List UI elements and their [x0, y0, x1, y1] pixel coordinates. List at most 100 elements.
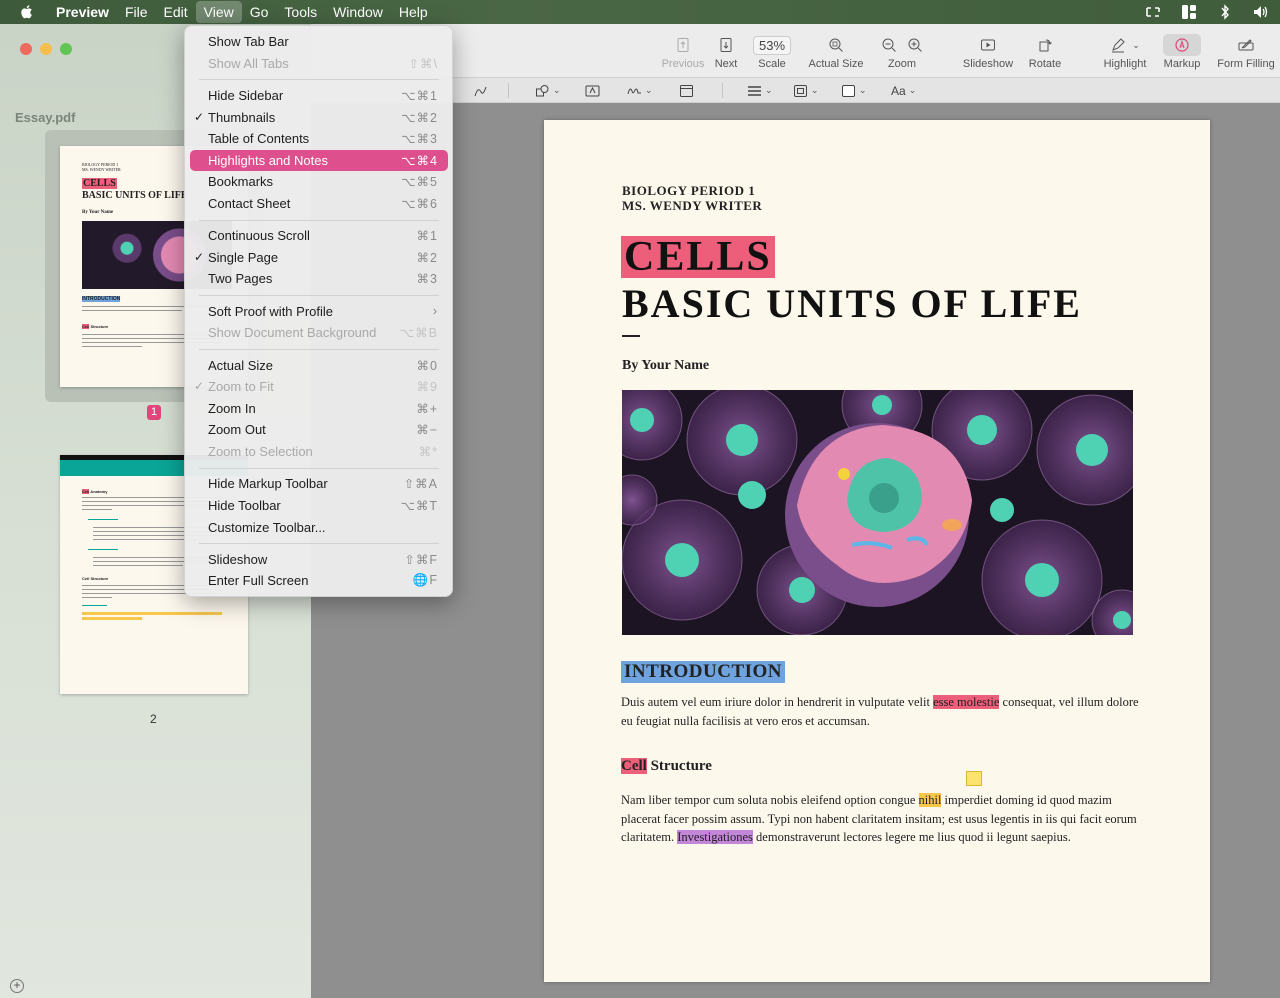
zoom-window-button[interactable]	[60, 43, 72, 55]
rotate-button[interactable]: Rotate	[1025, 36, 1065, 70]
form-filling-button[interactable]: Form Filling	[1214, 36, 1278, 70]
status-area	[1144, 0, 1270, 24]
menu-item-label: Thumbnails	[208, 109, 276, 125]
menu-view[interactable]: View	[195, 1, 242, 23]
section-heading-rest: Structure	[646, 758, 712, 774]
note-tool[interactable]	[679, 82, 694, 99]
actual-size-icon	[829, 38, 843, 52]
menu-item-hide-markup-toolbar[interactable]: Hide Markup Toolbar ⇧⌘A	[190, 473, 448, 494]
scale-control[interactable]: 53% Scale	[747, 35, 797, 70]
menu-item-shortcut: ⌥⌘B	[399, 326, 438, 341]
body-text-1: Nam liber tempor cum soluta nobis eleife…	[621, 793, 919, 807]
slideshow-button[interactable]: Slideshow	[959, 36, 1017, 70]
menu-item-label: Zoom to Fit	[208, 379, 274, 395]
menu-item-single-page[interactable]: ✓ Single Page ⌘2	[190, 247, 448, 268]
sign-tool[interactable]: ⌄	[627, 82, 653, 99]
shapes-tool[interactable]: ⌄	[535, 82, 561, 99]
menu-item-label: Continuous Scroll	[208, 228, 310, 244]
body-highlight-purple[interactable]: Investigationes	[677, 830, 753, 844]
menu-item-continuous-scroll[interactable]: Continuous Scroll ⌘1	[190, 225, 448, 246]
menu-window[interactable]: Window	[325, 1, 391, 23]
zoom-control[interactable]: Zoom	[876, 36, 928, 70]
bluetooth-icon[interactable]	[1216, 4, 1234, 20]
menu-item-shortcut: ⌘2	[416, 250, 438, 265]
previous-button[interactable]: Previous	[661, 36, 705, 70]
close-window-button[interactable]	[20, 43, 32, 55]
menu-help[interactable]: Help	[391, 1, 436, 23]
menu-item-zoom-out[interactable]: Zoom Out ⌘−	[190, 419, 448, 440]
menu-item-hide-toolbar[interactable]: Hide Toolbar ⌥⌘T	[190, 495, 448, 516]
menu-item-shortcut: ⌘−	[416, 423, 438, 438]
intro-highlight[interactable]: esse molestie	[933, 695, 1000, 709]
next-label: Next	[714, 58, 738, 70]
scale-value[interactable]: 53%	[752, 35, 792, 55]
text-tool[interactable]	[585, 82, 600, 99]
line-style-tool[interactable]: ⌄	[747, 82, 773, 99]
menu-item-label: Two Pages	[208, 271, 273, 287]
menu-item-zoom-in[interactable]: Zoom In ⌘+	[190, 398, 448, 419]
previous-page-icon	[677, 38, 689, 52]
sketch-tool[interactable]	[473, 82, 488, 99]
highlight-pen-icon	[1112, 38, 1125, 53]
menu-item-thumbnails[interactable]: ✓ Thumbnails ⌥⌘2	[190, 107, 448, 128]
menu-item-shortcut: 🌐F	[412, 573, 438, 588]
thumb-title-highlight: CELLS	[82, 178, 117, 189]
thumb-intro: INTRODUCTION	[82, 296, 121, 302]
volume-icon[interactable]	[1252, 4, 1270, 20]
next-page-icon	[720, 38, 732, 52]
sticky-note-icon[interactable]	[966, 771, 982, 786]
menu-item-slideshow[interactable]: Slideshow ⇧⌘F	[190, 549, 448, 570]
menu-item-hide-sidebar[interactable]: Hide Sidebar ⌥⌘1	[190, 85, 448, 106]
text-box-icon	[585, 85, 600, 96]
zoom-out-icon[interactable]	[881, 37, 897, 53]
menu-item-actual-size[interactable]: Actual Size ⌘0	[190, 355, 448, 376]
menu-go[interactable]: Go	[242, 1, 277, 23]
menu-item-enter-full-screen[interactable]: Enter Full Screen 🌐F	[190, 570, 448, 591]
menu-preview[interactable]: Preview	[48, 1, 117, 23]
thumb2-section: Cell Structure	[82, 576, 109, 581]
menu-item-table-of-contents[interactable]: Table of Contents ⌥⌘3	[190, 128, 448, 149]
section-heading-highlight[interactable]: Cell	[621, 758, 647, 774]
apple-icon[interactable]	[18, 3, 36, 21]
fill-color-tool[interactable]: ⌄	[841, 82, 867, 99]
title-rule	[622, 335, 640, 337]
menu-item-two-pages[interactable]: Two Pages ⌘3	[190, 268, 448, 289]
chevron-down-icon[interactable]: ⌄	[1132, 40, 1140, 51]
menu-item-shortcut: ›	[432, 303, 438, 318]
markup-label: Markup	[1163, 58, 1201, 70]
rotate-label: Rotate	[1028, 58, 1062, 70]
menu-item-bookmarks[interactable]: Bookmarks ⌥⌘5	[190, 171, 448, 192]
menu-item-shortcut: ⌥⌘3	[401, 132, 438, 147]
menu-item-contact-sheet[interactable]: Contact Sheet ⌥⌘6	[190, 193, 448, 214]
menu-item-label: Zoom to Selection	[208, 444, 313, 459]
document-title: Essay.pdf	[15, 110, 76, 125]
fill-color-icon	[842, 84, 855, 97]
menu-item-show-tab-bar[interactable]: Show Tab Bar	[190, 31, 448, 52]
next-button[interactable]: Next	[709, 36, 743, 70]
intro-paragraph: Duis autem vel eum iriure dolor in hendr…	[621, 693, 1141, 730]
control-center-icon[interactable]	[1180, 4, 1198, 20]
actual-size-label: Actual Size	[808, 58, 864, 70]
menu-item-customize-toolbar[interactable]: Customize Toolbar...	[190, 517, 448, 538]
menu-tools[interactable]: Tools	[276, 1, 325, 23]
menu-item-label: Show Tab Bar	[208, 34, 289, 49]
menu-edit[interactable]: Edit	[156, 1, 196, 23]
menu-separator	[199, 467, 439, 469]
menu-file[interactable]: File	[117, 1, 156, 23]
screen-mirror-icon[interactable]	[1144, 4, 1162, 20]
markup-icon	[1175, 38, 1189, 52]
highlight-label: Highlight	[1103, 58, 1147, 70]
border-color-tool[interactable]: ⌄	[793, 82, 819, 99]
minimize-window-button[interactable]	[40, 43, 52, 55]
thumb-section: Cell Structure	[82, 324, 109, 329]
zoom-in-icon[interactable]	[907, 37, 923, 53]
highlight-button[interactable]: ⌄ Highlight	[1099, 36, 1151, 70]
body-highlight-yellow[interactable]: nihil	[918, 793, 942, 807]
menu-item-highlights-and-notes[interactable]: Highlights and Notes ⌥⌘4	[190, 149, 448, 171]
add-icon[interactable]: +	[10, 979, 24, 993]
chevron-down-icon: ⌄	[908, 85, 917, 95]
menu-item-soft-proof-with-profile[interactable]: Soft Proof with Profile ›	[190, 301, 448, 322]
actual-size-button[interactable]: Actual Size	[804, 36, 868, 70]
text-style-tool[interactable]: Aa ⌄	[891, 82, 916, 99]
markup-button[interactable]: Markup	[1161, 36, 1203, 70]
